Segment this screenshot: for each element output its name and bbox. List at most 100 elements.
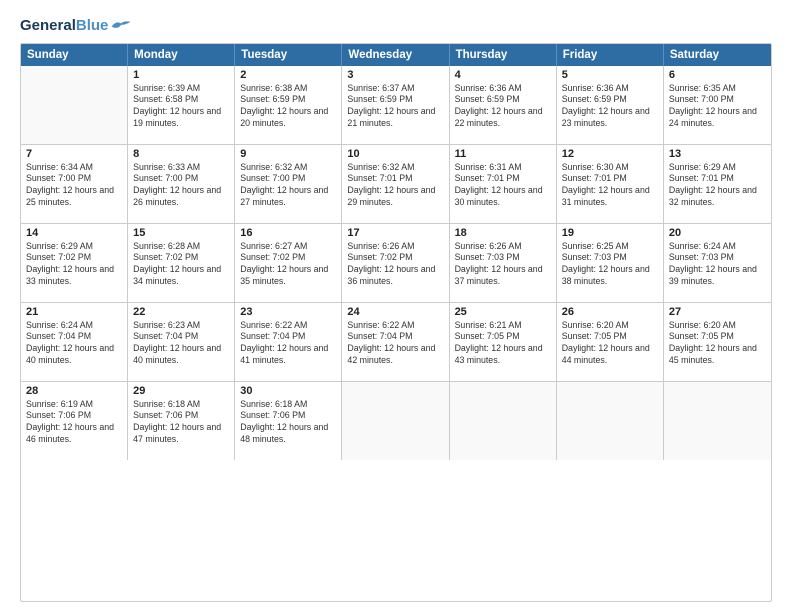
day-number: 15 [133, 227, 229, 239]
calendar-header: SundayMondayTuesdayWednesdayThursdayFrid… [21, 44, 771, 66]
sunrise-text: Sunrise: 6:31 AM [455, 162, 551, 174]
day-number: 12 [562, 148, 658, 160]
calendar-cell: 27Sunrise: 6:20 AMSunset: 7:05 PMDayligh… [664, 303, 771, 381]
daylight-text: Daylight: 12 hours and 33 minutes. [26, 264, 122, 288]
sunrise-text: Sunrise: 6:24 AM [26, 320, 122, 332]
calendar-cell: 3Sunrise: 6:37 AMSunset: 6:59 PMDaylight… [342, 66, 449, 144]
sunset-text: Sunset: 7:01 PM [562, 173, 658, 185]
calendar-cell: 9Sunrise: 6:32 AMSunset: 7:00 PMDaylight… [235, 145, 342, 223]
day-number: 7 [26, 148, 122, 160]
day-number: 6 [669, 69, 766, 81]
calendar-cell: 7Sunrise: 6:34 AMSunset: 7:00 PMDaylight… [21, 145, 128, 223]
calendar-cell: 24Sunrise: 6:22 AMSunset: 7:04 PMDayligh… [342, 303, 449, 381]
calendar-cell: 13 Sunrise: 6:29 AMSunset: 7:01 PMDayligh… [664, 145, 771, 223]
logo-icon [110, 18, 132, 32]
sunset-text: Sunset: 7:03 PM [455, 252, 551, 264]
calendar-cell: 6Sunrise: 6:35 AMSunset: 7:00 PMDaylight… [664, 66, 771, 144]
daylight-text: Daylight: 12 hours and 47 minutes. [133, 422, 229, 446]
calendar-row: 1Sunrise: 6:39 AMSunset: 6:58 PMDaylight… [21, 66, 771, 145]
daylight-text: Daylight: 12 hours and 29 minutes. [347, 185, 443, 209]
calendar-row: 21Sunrise: 6:24 AMSunset: 7:04 PMDayligh… [21, 303, 771, 382]
sunset-text: Sunset: 7:04 PM [26, 331, 122, 343]
daylight-text: Daylight: 12 hours and 43 minutes. [455, 343, 551, 367]
daylight-text: Daylight: 12 hours and 21 minutes. [347, 106, 443, 130]
calendar-cell: 8Sunrise: 6:33 AMSunset: 7:00 PMDaylight… [128, 145, 235, 223]
sunrise-text: Sunrise: 6:21 AM [455, 320, 551, 332]
calendar-cell: 11Sunrise: 6:31 AMSunset: 7:01 PMDayligh… [450, 145, 557, 223]
sunset-text: Sunset: 7:02 PM [26, 252, 122, 264]
calendar: SundayMondayTuesdayWednesdayThursdayFrid… [20, 43, 772, 603]
sunset-text: Sunset: 7:05 PM [669, 331, 766, 343]
header: GeneralBlue [20, 18, 772, 35]
day-number: 23 [240, 306, 336, 318]
day-number: 4 [455, 69, 551, 81]
calendar-cell [342, 382, 449, 460]
sunrise-text: Sunrise: 6:19 AM [26, 399, 122, 411]
day-number: 11 [455, 148, 551, 160]
daylight-text: Daylight: 12 hours and 39 minutes. [669, 264, 766, 288]
daylight-text: Daylight: 12 hours and 40 minutes. [26, 343, 122, 367]
calendar-cell: 19Sunrise: 6:25 AMSunset: 7:03 PMDayligh… [557, 224, 664, 302]
daylight-text: Daylight: 12 hours and 35 minutes. [240, 264, 336, 288]
sunrise-text: Sunrise: 6:32 AM [347, 162, 443, 174]
calendar-cell: 28Sunrise: 6:19 AMSunset: 7:06 PMDayligh… [21, 382, 128, 460]
daylight-text: Daylight: 12 hours and 19 minutes. [133, 106, 229, 130]
day-number: 18 [455, 227, 551, 239]
day-number: 10 [347, 148, 443, 160]
daylight-text: Daylight: 12 hours and 20 minutes. [240, 106, 336, 130]
sunset-text: Sunset: 6:59 PM [455, 94, 551, 106]
daylight-text: Daylight: 12 hours and 22 minutes. [455, 106, 551, 130]
sunset-text: Sunset: 7:02 PM [347, 252, 443, 264]
daylight-text: Daylight: 12 hours and 42 minutes. [347, 343, 443, 367]
sunset-text: Sunset: 6:59 PM [562, 94, 658, 106]
calendar-cell: 17Sunrise: 6:26 AMSunset: 7:02 PMDayligh… [342, 224, 449, 302]
sunrise-text: Sunrise: 6:39 AM [133, 83, 229, 95]
calendar-cell [450, 382, 557, 460]
day-number: 17 [347, 227, 443, 239]
sunset-text: Sunset: 7:01 PM [669, 173, 766, 185]
sunrise-text: Sunrise: 6:22 AM [347, 320, 443, 332]
sunrise-text: Sunrise: 6:29 AM [669, 162, 766, 174]
daylight-text: Daylight: 12 hours and 25 minutes. [26, 185, 122, 209]
calendar-cell: 12Sunrise: 6:30 AMSunset: 7:01 PMDayligh… [557, 145, 664, 223]
calendar-cell: 21 Sunrise: 6:24 AMSunset: 7:04 PMDayligh… [21, 303, 128, 381]
sunrise-text: Sunrise: 6:35 AM [669, 83, 766, 95]
day-number: 26 [562, 306, 658, 318]
calendar-cell: 4 Sunrise: 6:36 AMSunset: 6:59 PMDaylight… [450, 66, 557, 144]
day-number: 21 [26, 306, 122, 318]
daylight-text: Daylight: 12 hours and 37 minutes. [455, 264, 551, 288]
day-number: 25 [455, 306, 551, 318]
sunset-text: Sunset: 7:00 PM [240, 173, 336, 185]
day-number: 24 [347, 306, 443, 318]
day-number: 5 [562, 69, 658, 81]
daylight-text: Daylight: 12 hours and 23 minutes. [562, 106, 658, 130]
sunrise-text: Sunrise: 6:33 AM [133, 162, 229, 174]
sunset-text: Sunset: 6:59 PM [347, 94, 443, 106]
sunset-text: Sunset: 7:02 PM [133, 252, 229, 264]
daylight-text: Daylight: 12 hours and 26 minutes. [133, 185, 229, 209]
calendar-cell: 10Sunrise: 6:32 AMSunset: 7:01 PMDayligh… [342, 145, 449, 223]
sunset-text: Sunset: 7:04 PM [240, 331, 336, 343]
daylight-text: Daylight: 12 hours and 41 minutes. [240, 343, 336, 367]
sunrise-text: Sunrise: 6:28 AM [133, 241, 229, 253]
calendar-row: 14Sunrise: 6:29 AMSunset: 7:02 PMDayligh… [21, 224, 771, 303]
sunrise-text: Sunrise: 6:27 AM [240, 241, 336, 253]
daylight-text: Daylight: 12 hours and 32 minutes. [669, 185, 766, 209]
daylight-text: Daylight: 12 hours and 34 minutes. [133, 264, 229, 288]
day-number: 13 [669, 148, 766, 160]
sunrise-text: Sunrise: 6:29 AM [26, 241, 122, 253]
sunrise-text: Sunrise: 6:18 AM [133, 399, 229, 411]
sunrise-text: Sunrise: 6:36 AM [455, 83, 551, 95]
calendar-cell: 14Sunrise: 6:29 AMSunset: 7:02 PMDayligh… [21, 224, 128, 302]
header-day-friday: Friday [557, 44, 664, 66]
calendar-cell: 23Sunrise: 6:22 AMSunset: 7:04 PMDayligh… [235, 303, 342, 381]
daylight-text: Daylight: 12 hours and 44 minutes. [562, 343, 658, 367]
day-number: 20 [669, 227, 766, 239]
sunrise-text: Sunrise: 6:37 AM [347, 83, 443, 95]
calendar-cell: 5 Sunrise: 6:36 AMSunset: 6:59 PMDaylight… [557, 66, 664, 144]
calendar-cell: 22Sunrise: 6:23 AMSunset: 7:04 PMDayligh… [128, 303, 235, 381]
sunrise-text: Sunrise: 6:36 AM [562, 83, 658, 95]
sunrise-text: Sunrise: 6:30 AM [562, 162, 658, 174]
daylight-text: Daylight: 12 hours and 30 minutes. [455, 185, 551, 209]
calendar-cell: 20Sunrise: 6:24 AMSunset: 7:03 PMDayligh… [664, 224, 771, 302]
